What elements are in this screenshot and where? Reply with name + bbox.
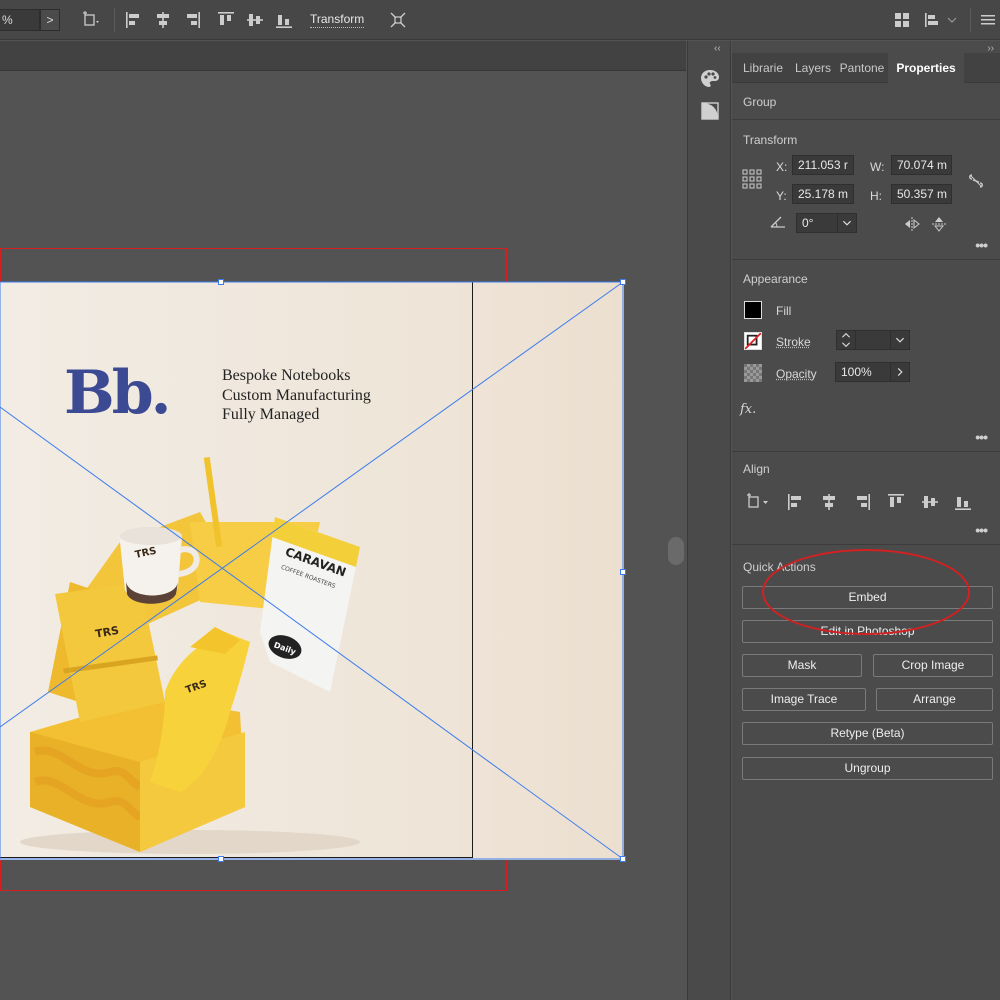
align-top-icon[interactable] [886, 492, 906, 512]
stroke-weight-stepper[interactable] [836, 330, 856, 350]
resize-handle-right[interactable] [620, 569, 626, 575]
transform-section-title: Transform [743, 133, 798, 147]
more-options-icon[interactable]: ••• [975, 429, 988, 445]
linked-image[interactable]: Bb. Bespoke Notebooks Custom Manufacturi… [0, 282, 624, 860]
collapsed-panel-strip: ‹‹ [687, 41, 731, 1000]
tab-pantone[interactable]: Pantone [836, 53, 888, 83]
align-section-title: Align [743, 462, 770, 476]
canvas[interactable]: Bb. Bespoke Notebooks Custom Manufacturi… [0, 72, 686, 1000]
product-mockup-illustration: TRS TRS TRS CARAVAN COFFEE ROASTERS Dail… [20, 457, 360, 854]
align-right-icon[interactable] [852, 492, 872, 512]
fill-label: Fill [776, 304, 792, 318]
stroke-swatch[interactable] [744, 332, 762, 350]
chevron-down-icon [895, 337, 905, 343]
chevron-down-icon [842, 220, 852, 226]
align-left-icon[interactable] [786, 492, 806, 512]
stroke-label[interactable]: Stroke [776, 335, 811, 349]
resize-handle-bottom[interactable] [218, 856, 224, 862]
x-position-field[interactable]: 211.053 r [792, 155, 854, 175]
rotation-field[interactable]: 0° [796, 213, 838, 233]
tab-layers[interactable]: Layers [790, 53, 836, 83]
resize-handle-top-right[interactable] [620, 279, 626, 285]
ungroup-button[interactable]: Ungroup [742, 757, 993, 780]
resize-handle-bottom-right[interactable] [620, 856, 626, 862]
divider [732, 544, 1000, 545]
width-field[interactable]: 70.074 m [891, 155, 952, 175]
arrange-documents-icon[interactable] [892, 10, 912, 30]
align-top-icon[interactable] [216, 10, 236, 30]
align-horizontal-center-icon[interactable] [153, 10, 173, 30]
divider [732, 119, 1000, 120]
align-to-selection-icon[interactable] [82, 10, 102, 30]
align-horizontal-center-icon[interactable] [819, 492, 839, 512]
flip-horizontal-icon[interactable] [902, 214, 922, 234]
stroke-weight-field[interactable] [855, 330, 891, 350]
panel-options-icon[interactable] [978, 10, 998, 30]
gradient-icon[interactable] [698, 99, 722, 123]
toolbar-divider [970, 8, 971, 32]
height-field[interactable]: 50.357 m [891, 184, 952, 204]
tab-libraries[interactable]: Librarie [736, 53, 790, 83]
scrollbar-thumb[interactable] [668, 537, 684, 565]
image-trace-button[interactable]: Image Trace [742, 688, 866, 711]
flip-vertical-icon[interactable] [929, 214, 949, 234]
illustrator-window: % > Transform Bb. Bespoke Notebooks Cust… [0, 0, 1000, 1000]
h-label: H: [870, 189, 882, 203]
retype-button[interactable]: Retype (Beta) [742, 722, 993, 745]
control-bar: % > Transform [0, 0, 1000, 40]
align-right-icon[interactable] [182, 10, 202, 30]
crop-image-button[interactable]: Crop Image [873, 654, 993, 677]
more-options-icon[interactable]: ••• [975, 237, 988, 253]
stepper-arrows-icon [842, 332, 850, 348]
align-bottom-icon[interactable] [274, 10, 294, 30]
color-palette-icon[interactable] [698, 67, 722, 91]
chevron-down-icon[interactable] [942, 10, 962, 30]
chevron-right-icon [897, 367, 903, 377]
opacity-icon [744, 364, 762, 382]
selection-type-label: Group [743, 95, 777, 109]
no-stroke-icon [745, 333, 761, 349]
zoom-field[interactable]: % [0, 9, 40, 31]
constrain-proportions-icon[interactable] [966, 171, 986, 191]
opacity-slider-toggle[interactable] [890, 362, 910, 382]
toolbar-divider [114, 8, 115, 32]
align-to-selection-icon[interactable] [746, 492, 776, 512]
align-left-icon[interactable] [124, 10, 144, 30]
quick-actions-section-title: Quick Actions [743, 560, 816, 574]
opacity-field[interactable]: 100% [835, 362, 891, 382]
more-options-icon[interactable]: ••• [975, 522, 988, 538]
embed-button[interactable]: Embed [742, 586, 993, 609]
mask-button[interactable]: Mask [742, 654, 862, 677]
align-vertical-center-icon[interactable] [245, 10, 265, 30]
isolate-group-icon[interactable] [388, 10, 408, 30]
fill-swatch[interactable] [744, 301, 762, 319]
zoom-next-button[interactable]: > [40, 9, 60, 31]
document-tab-bar [0, 41, 686, 71]
arrange-button[interactable]: Arrange [876, 688, 993, 711]
tab-properties[interactable]: Properties [888, 53, 964, 83]
y-position-field[interactable]: 25.178 m [792, 184, 854, 204]
align-vertical-center-icon[interactable] [920, 492, 940, 512]
w-label: W: [870, 160, 885, 174]
properties-panel: ›› Librarie Layers Pantone Properties Gr… [732, 41, 1000, 1000]
panel-tab-bar: Librarie Layers Pantone Properties [732, 53, 1000, 83]
transform-button[interactable]: Transform [310, 12, 365, 28]
divider [732, 259, 1000, 260]
collapse-panel-icon[interactable]: ‹‹ [714, 43, 721, 54]
rotate-angle-icon [768, 212, 788, 232]
align-bottom-icon[interactable] [953, 492, 973, 512]
opacity-label[interactable]: Opacity [776, 367, 817, 381]
x-label: X: [776, 160, 788, 174]
reference-point-icon[interactable] [742, 169, 762, 189]
y-label: Y: [776, 189, 787, 203]
stroke-weight-dropdown[interactable] [890, 330, 910, 350]
rotation-dropdown[interactable] [837, 213, 857, 233]
appearance-section-title: Appearance [743, 272, 808, 286]
resize-handle-top[interactable] [218, 279, 224, 285]
divider [732, 451, 1000, 452]
workspace-switcher-icon[interactable] [922, 10, 942, 30]
edit-in-photoshop-button[interactable]: Edit in Photoshop [742, 620, 993, 643]
fx-effects-button[interactable]: fx. [740, 402, 756, 417]
